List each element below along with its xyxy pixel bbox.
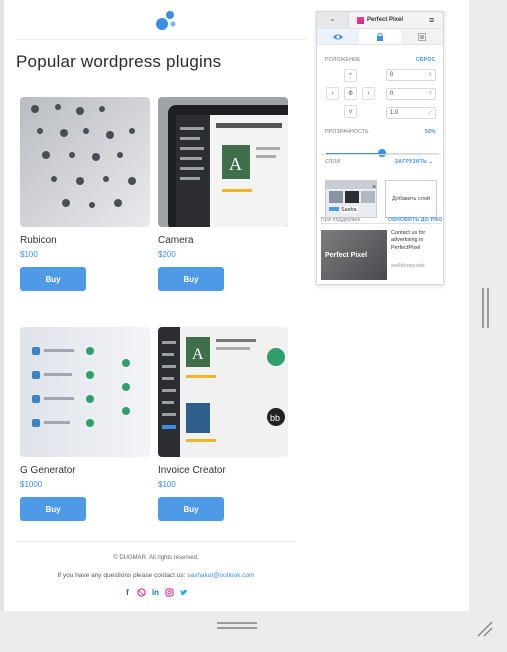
arrow-down-button[interactable]: v [344, 105, 357, 118]
page-title: Popular wordpress plugins [16, 52, 222, 71]
x-value: 0 [390, 72, 394, 78]
arrow-left-button[interactable]: ‹ [326, 87, 339, 100]
y-value: 0 [390, 91, 394, 97]
footer-divider [16, 541, 296, 542]
tab-lock[interactable] [359, 29, 401, 44]
product-name: Invoice Creator [158, 465, 226, 476]
menu-icon[interactable]: ≡ [429, 15, 443, 25]
support-label: При поддержке [321, 217, 361, 223]
panel-divider [321, 223, 441, 224]
add-layer-button[interactable]: Добавить слой [385, 180, 437, 218]
contact-text: If you have any questions please contact… [57, 572, 188, 579]
opacity-label: ПРОЗРАЧНОСТЬ [325, 129, 369, 135]
logo-icon[interactable] [154, 9, 180, 33]
site-header [16, 0, 306, 40]
horizontal-resize-handle[interactable] [217, 622, 257, 632]
brand-name: Perfect Pixel [367, 17, 404, 23]
reset-link[interactable]: СБРОС [416, 57, 435, 63]
upgrade-pro-link[interactable]: ОБНОВИТЬ ДО PRO [388, 217, 442, 223]
product-price: $100 [158, 480, 176, 489]
ad-sub[interactable]: welldonecode [391, 263, 425, 269]
product-image[interactable] [20, 97, 150, 227]
scale-field[interactable]: 1.0 ⤢ [386, 107, 436, 119]
product-card: A bb Invoice Creator $100 Buy [158, 327, 290, 521]
product-image[interactable]: A [158, 97, 288, 227]
scale-icon: ⤢ [427, 110, 432, 116]
layer-name: Sasha [340, 207, 358, 213]
minimize-button[interactable]: - [317, 11, 349, 29]
ad-text[interactable]: Contact us for advertising in PerfectPix… [391, 230, 441, 252]
tab-visibility[interactable] [317, 29, 359, 44]
product-card: G Generator $1000 Buy [20, 327, 152, 521]
scale-value: 1.0 [390, 110, 399, 116]
product-name: Rubicon [20, 235, 57, 246]
eye-icon [333, 34, 343, 39]
svg-text:A: A [192, 346, 204, 363]
contact-email-link[interactable]: sashakul@outlook.com [187, 572, 254, 579]
layer-thumbnail[interactable]: × Sasha [325, 180, 377, 218]
y-offset-field[interactable]: 0Y [386, 88, 436, 100]
svg-text:A: A [229, 154, 242, 174]
buy-button[interactable]: Buy [20, 267, 86, 291]
vertical-resize-handle[interactable] [479, 288, 491, 328]
buy-button[interactable]: Buy [158, 497, 224, 521]
social-links: f in [123, 588, 188, 597]
panel-tabs [317, 29, 443, 45]
y-unit: Y [428, 91, 432, 97]
dribbble-icon[interactable] [137, 588, 146, 597]
perfect-pixel-logo-icon [357, 16, 364, 24]
panel-divider [321, 154, 441, 155]
ad-banner[interactable]: Perfect Pixel [321, 230, 387, 280]
svg-text:bb: bb [270, 413, 280, 423]
x-unit: X [428, 72, 432, 78]
opacity-slider-knob[interactable] [378, 149, 386, 157]
product-price: $100 [20, 250, 38, 259]
lock-icon [377, 32, 383, 41]
twitter-icon[interactable] [179, 588, 188, 597]
center-button[interactable]: Ф [344, 87, 357, 100]
copyright: © DUGMAR. All rights reserved. [113, 555, 199, 561]
x-offset-field[interactable]: 0X [386, 69, 436, 81]
product-name: Camera [158, 235, 194, 246]
facebook-icon[interactable]: f [123, 588, 132, 597]
product-image[interactable]: A bb [158, 327, 288, 457]
resize-corner-icon[interactable] [474, 618, 494, 638]
product-card: Rubicon $100 Buy [20, 97, 152, 291]
ad-logo-text: Perfect Pixel [325, 252, 368, 259]
product-image[interactable] [20, 327, 150, 457]
perfect-pixel-panel: - Perfect Pixel ≡ ПОЛОЖЕНИЕ СБРОС ^ ‹ Ф … [316, 11, 444, 285]
instagram-icon[interactable] [165, 588, 174, 597]
position-label: ПОЛОЖЕНИЕ [325, 57, 361, 63]
upload-button[interactable]: ЗАГРУЗИТЬ ⌄ [395, 159, 433, 165]
panel-brand: Perfect Pixel [349, 16, 429, 24]
product-name: G Generator [20, 465, 76, 476]
contact-line: If you have any questions please contact… [4, 572, 308, 579]
buy-button[interactable]: Buy [158, 267, 224, 291]
tab-invert[interactable] [401, 29, 443, 44]
layers-label: СЛОИ [325, 159, 341, 165]
buy-button[interactable]: Buy [20, 497, 86, 521]
product-card: A Camera $200 Buy [158, 97, 290, 291]
arrow-up-button[interactable]: ^ [344, 69, 357, 82]
product-price: $1000 [20, 480, 43, 489]
product-price: $200 [158, 250, 176, 259]
arrow-right-button[interactable]: › [362, 87, 375, 100]
opacity-value: 50% [425, 129, 436, 135]
svg-text:×: × [372, 184, 376, 191]
panel-header: - Perfect Pixel ≡ [317, 11, 443, 29]
invert-icon [418, 32, 426, 41]
linkedin-icon[interactable]: in [151, 588, 160, 597]
